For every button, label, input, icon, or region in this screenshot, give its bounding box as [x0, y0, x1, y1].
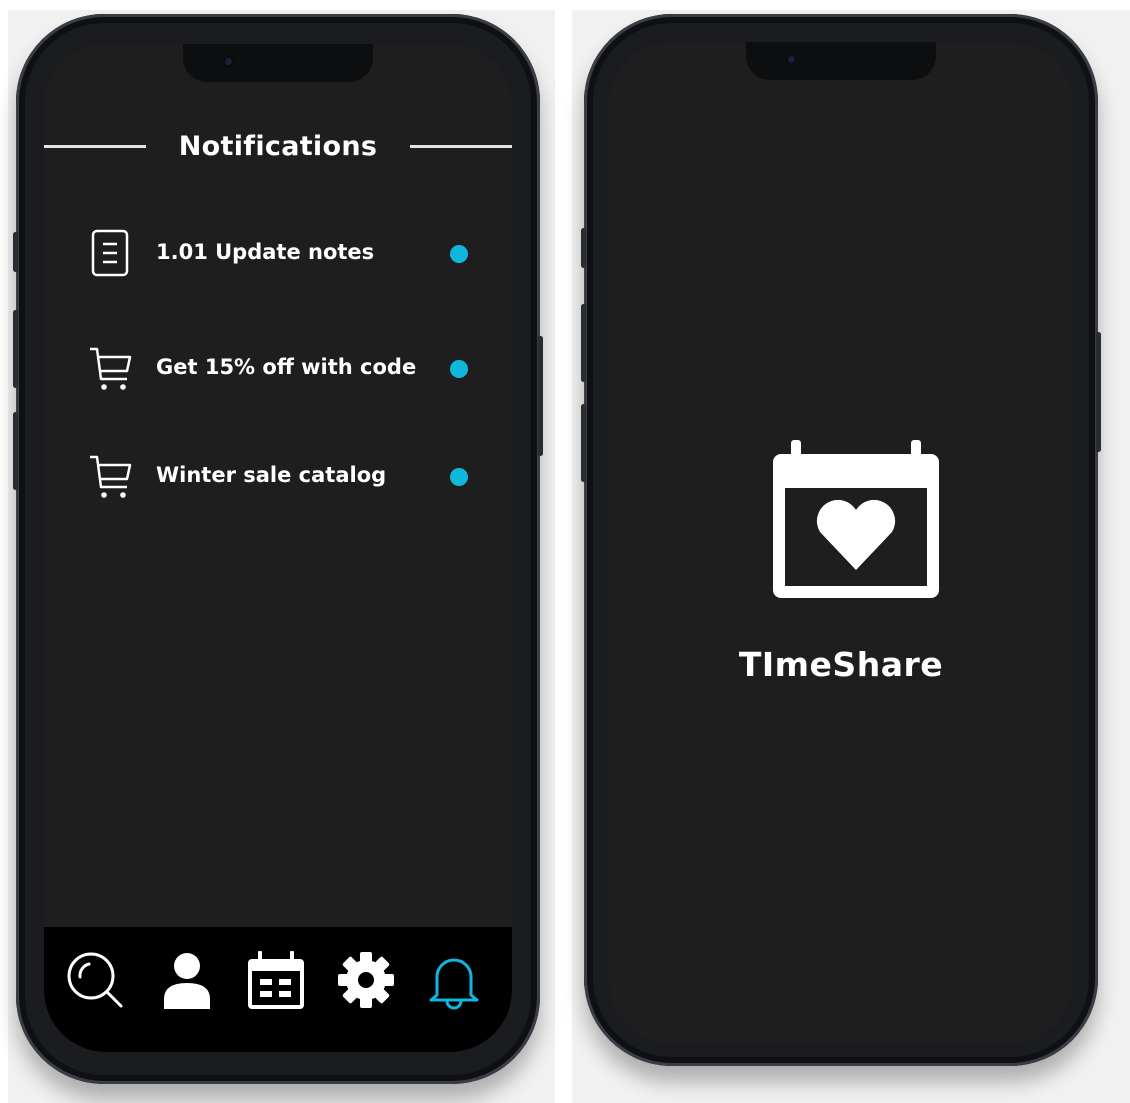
notification-label: Get 15% off with code [156, 355, 417, 379]
unread-indicator [450, 360, 468, 378]
phone-notch [183, 44, 373, 82]
phone-volume-up-button [581, 304, 586, 382]
cart-icon [90, 455, 132, 498]
phone-silent-switch [581, 228, 586, 268]
notification-item-update-notes[interactable]: 1.01 Update notes [88, 228, 512, 280]
search-icon [67, 952, 123, 1008]
phone-power-button [1096, 332, 1101, 452]
gear-icon [338, 952, 394, 1008]
tab-settings[interactable] [336, 949, 396, 1011]
bottom-tab-bar [44, 927, 512, 1052]
header-rule-right [410, 145, 512, 148]
bell-icon [429, 958, 479, 1010]
phone-volume-up-button [13, 310, 18, 388]
phone-frame-notifications: Notifications 1.01 Update notes Get 15% … [13, 14, 543, 1084]
phone-volume-down-button [581, 404, 586, 482]
phone-volume-down-button [13, 412, 18, 490]
phone-frame-splash: TImeShare [581, 14, 1101, 1066]
notification-label: Winter sale catalog [156, 463, 387, 487]
front-camera [223, 56, 234, 67]
phone-power-button [538, 336, 543, 456]
unread-indicator [450, 468, 468, 486]
tab-calendar[interactable] [246, 949, 306, 1011]
unread-indicator [450, 245, 468, 263]
tab-profile[interactable] [157, 949, 217, 1011]
phone-notch [746, 42, 936, 80]
phone-silent-switch [13, 232, 18, 272]
calendar-heart-icon [773, 440, 939, 598]
tab-search[interactable] [66, 949, 126, 1011]
user-icon [164, 953, 210, 1009]
notification-item-winter-sale[interactable]: Winter sale catalog [88, 451, 512, 503]
calendar-icon [248, 951, 304, 1009]
page-header: Notifications [44, 131, 512, 167]
tab-notifications[interactable] [424, 949, 484, 1011]
cart-icon [90, 347, 132, 390]
document-icon [91, 229, 129, 277]
app-name: TImeShare [738, 645, 944, 684]
notification-label: 1.01 Update notes [156, 240, 375, 264]
notification-item-discount-code[interactable]: Get 15% off with code [88, 343, 512, 395]
splash-screen: TImeShare [609, 42, 1073, 1044]
front-camera [786, 54, 797, 65]
notifications-screen: Notifications 1.01 Update notes Get 15% … [44, 44, 512, 1052]
